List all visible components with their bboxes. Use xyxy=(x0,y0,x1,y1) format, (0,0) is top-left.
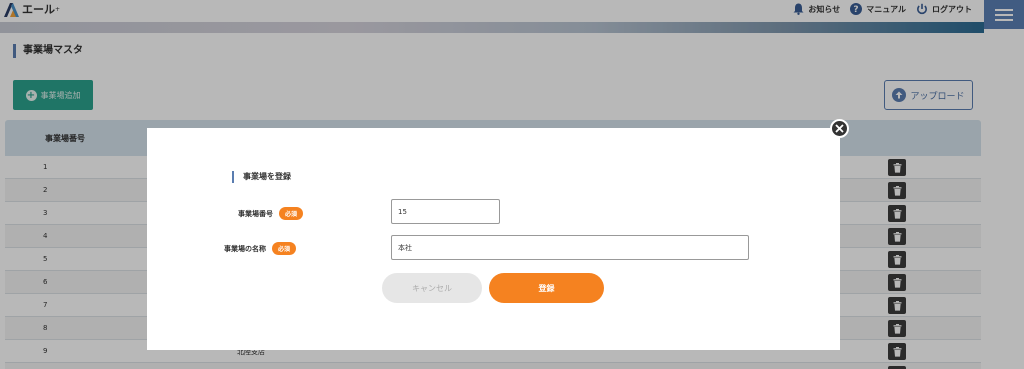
modal-title: 事業場を登録 xyxy=(232,171,291,183)
cancel-button[interactable]: キャンセル xyxy=(382,273,482,303)
workplace-number-input[interactable]: 15 xyxy=(391,199,500,224)
workplace-name-input[interactable]: 本社 xyxy=(391,235,749,260)
register-workplace-modal: 事業場を登録 事業場番号 必須 15 事業場の名称 必須 本社 キャンセル 登録 xyxy=(147,128,840,350)
close-icon xyxy=(835,124,844,133)
workplace-name-label-text: 事業場の名称 xyxy=(224,244,266,253)
workplace-name-label: 事業場の名称 必須 xyxy=(224,242,297,255)
workplace-name-value: 本社 xyxy=(398,243,412,252)
register-button[interactable]: 登録 xyxy=(489,273,604,303)
workplace-number-label-text: 事業場番号 xyxy=(238,209,273,218)
workplace-number-label: 事業場番号 必須 xyxy=(238,207,304,220)
required-badge: 必須 xyxy=(272,242,297,255)
workplace-number-value: 15 xyxy=(398,207,407,216)
required-badge: 必須 xyxy=(279,207,304,220)
close-modal-button[interactable] xyxy=(830,119,849,138)
